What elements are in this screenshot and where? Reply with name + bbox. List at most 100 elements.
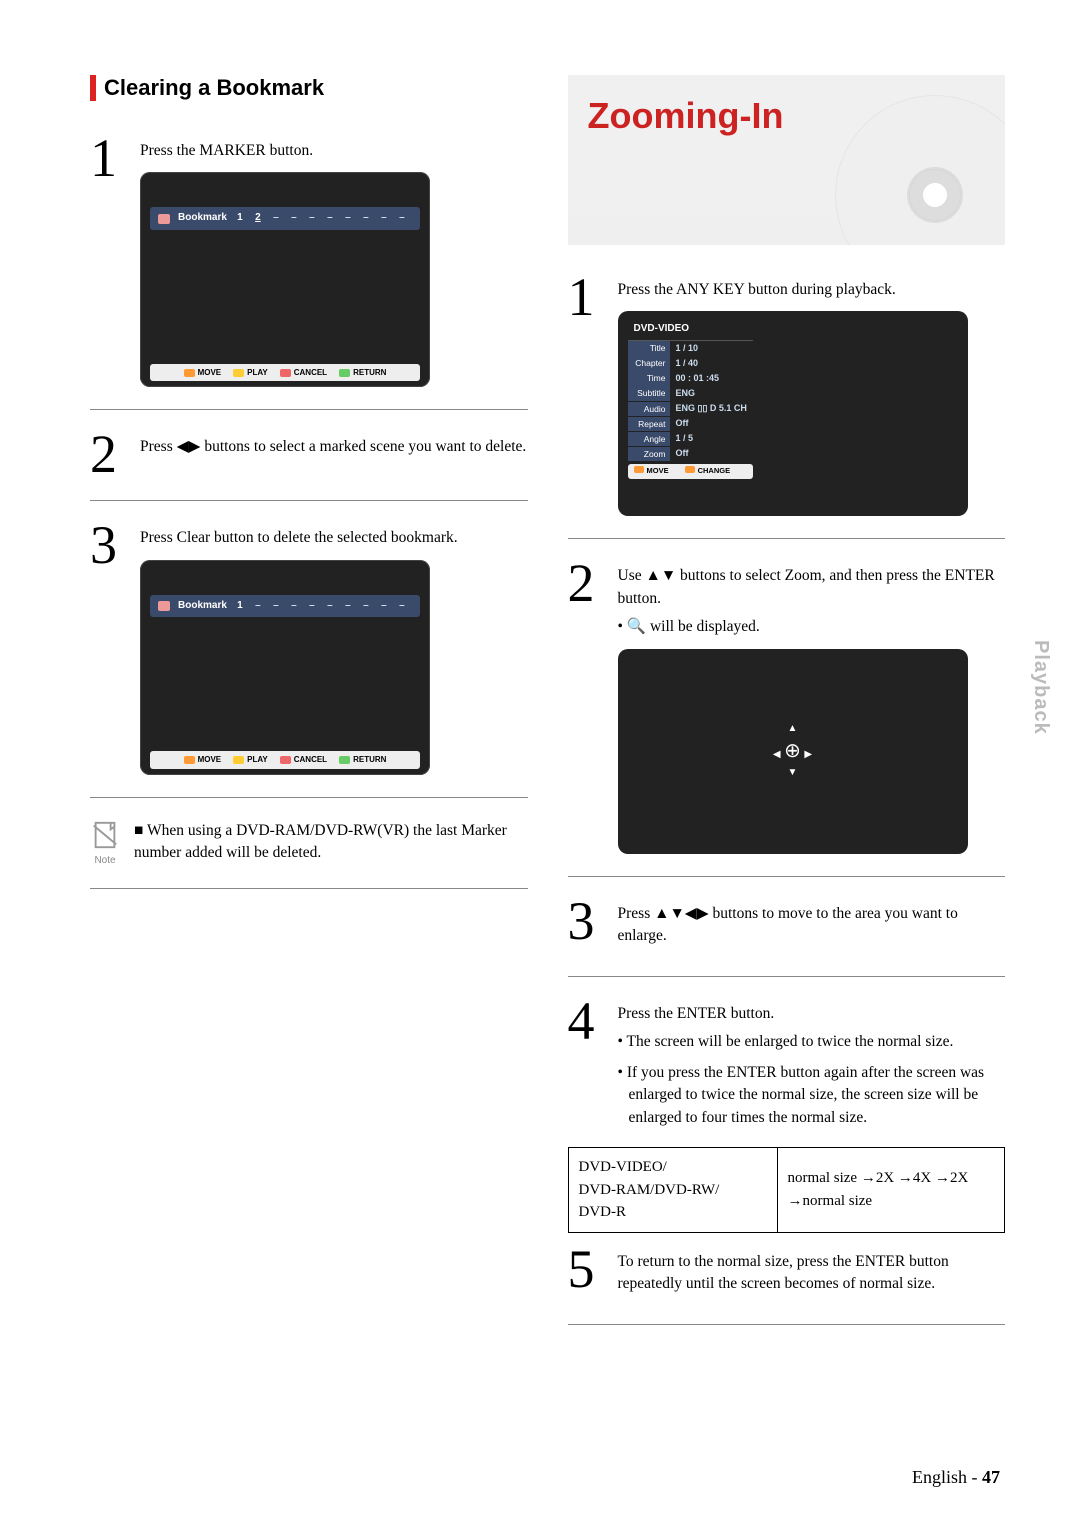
row-value: 1 / 5 [670, 431, 700, 446]
row-value: 1 / 40 [670, 356, 705, 371]
move-icon [184, 756, 195, 764]
row-label: Audio [628, 402, 670, 416]
two-column-layout: Clearing a Bookmark 1 Press the MARKER b… [90, 75, 1005, 1347]
step-text: Use ▲▼ buttons to select Zoom, and then … [618, 565, 1006, 610]
right-step-2: 2 Use ▲▼ buttons to select Zoom, and the… [568, 561, 1006, 853]
footer-move: MOVE [647, 466, 669, 475]
step-number: 5 [568, 1247, 600, 1293]
bookmark-label: Bookmark [178, 599, 227, 614]
row-label: Angle [628, 432, 670, 446]
step-number: 3 [568, 899, 600, 945]
return-icon [339, 756, 350, 764]
bookmark-bar: Bookmark 1 2 – – – – – – – – [150, 207, 420, 230]
step-body: Press ▲▼◀▶ buttons to move to the area y… [618, 899, 1006, 954]
bm-slot: – [253, 599, 263, 614]
bm-slot: – [307, 211, 317, 226]
right-step-4: 4 Press the ENTER button. The screen wil… [568, 999, 1006, 1137]
step-text: Press the ANY KEY button during playback… [618, 279, 1006, 301]
page: Playback Clearing a Bookmark 1 Press the… [0, 0, 1080, 1526]
zoom-table-col2: normal size →2X →4X →2X →normal size [778, 1148, 1004, 1232]
page-footer: English - 47 [912, 1467, 1000, 1488]
panel-header: DVD-VIDEO [628, 319, 753, 341]
bm-slot: – [325, 599, 335, 614]
row-value: 00 : 01 :45 [670, 371, 726, 386]
left-step-2: 2 Press ◀▶ buttons to select a marked sc… [90, 432, 528, 478]
return-icon [339, 369, 350, 377]
bm-slot: – [289, 599, 299, 614]
note-icon: Note [90, 820, 120, 866]
panel-footer: MOVE CHANGE [628, 464, 753, 479]
step-number: 2 [90, 432, 122, 478]
right-column: Zooming-In 1 Press the ANY KEY button du… [568, 75, 1006, 1347]
divider [90, 500, 528, 501]
title-box: Zooming-In [568, 75, 1006, 245]
step-body: Use ▲▼ buttons to select Zoom, and then … [618, 561, 1006, 853]
left-step-1: 1 Press the MARKER button. Bookmark 1 2 … [90, 136, 528, 387]
footer-return: RETURN [353, 754, 386, 766]
row-label: Subtitle [628, 386, 670, 400]
cancel-icon [280, 369, 291, 377]
step-body: Press Clear button to delete the selecte… [140, 523, 528, 774]
bm-slot: 2 [253, 211, 263, 226]
step-text: Press ◀▶ buttons to select a marked scen… [140, 436, 528, 458]
bullet-item: 🔍 will be displayed. [618, 616, 1006, 638]
magnify-icon: ⊕ [784, 740, 801, 762]
row-label: Chapter [628, 356, 670, 370]
right-arrow-icon: ▶ [804, 749, 812, 760]
down-arrow-icon: ▼ [773, 766, 812, 781]
bullet-list: The screen will be enlarged to twice the… [618, 1031, 1006, 1129]
cancel-icon [280, 756, 291, 764]
bm-slot: 1 [235, 211, 245, 226]
bm-slot: – [307, 599, 317, 614]
right-section-title: Zooming-In [588, 95, 784, 137]
footer-play: PLAY [247, 367, 268, 379]
bm-slot: – [343, 599, 353, 614]
move-icon [184, 369, 195, 377]
step-text: Press the ENTER button. [618, 1003, 1006, 1025]
divider [568, 976, 1006, 977]
bookmark-bar: Bookmark 1 – – – – – – – – – [150, 595, 420, 618]
footer-cancel: CANCEL [294, 754, 327, 766]
step-body: Press the MARKER button. Bookmark 1 2 – … [140, 136, 528, 387]
row-label: Zoom [628, 447, 670, 461]
page-number: 47 [982, 1467, 1000, 1487]
row-value: ENG [670, 386, 702, 401]
up-arrow-icon: ▲ [773, 722, 812, 737]
left-arrow-icon: ◀ [773, 749, 781, 760]
row-value: Off [670, 446, 695, 461]
row-value: Off [670, 416, 695, 431]
dvd-info-screen: DVD-VIDEO Title1 / 10 Chapter1 / 40 Time… [618, 311, 968, 516]
play-icon [233, 756, 244, 764]
bm-slot: – [361, 599, 371, 614]
right-step-3: 3 Press ▲▼◀▶ buttons to move to the area… [568, 899, 1006, 954]
bm-slot: – [343, 211, 353, 226]
step-body: To return to the normal size, press the … [618, 1247, 1006, 1302]
zoom-indicator: ▲ ◀ ⊕ ▶ ▼ [773, 722, 812, 780]
footer-cancel: CANCEL [294, 367, 327, 379]
bm-slot: – [379, 599, 389, 614]
bookmark-screen-1: Bookmark 1 2 – – – – – – – – [140, 172, 430, 387]
step-text: To return to the normal size, press the … [618, 1251, 1006, 1296]
bm-slot: – [379, 211, 389, 226]
bullet-list: 🔍 will be displayed. [618, 616, 1006, 638]
note-block: Note When using a DVD-RAM/DVD-RW(VR) the… [90, 820, 528, 866]
row-label: Title [628, 341, 670, 355]
row-value: 1 / 10 [670, 341, 705, 356]
bm-slot: – [361, 211, 371, 226]
note-text: When using a DVD-RAM/DVD-RW(VR) the last… [134, 820, 528, 865]
step-number: 2 [568, 561, 600, 607]
screen-footer: MOVE PLAY CANCEL RETURN [150, 364, 420, 382]
zoom-table-col1: DVD-VIDEO/ DVD-RAM/DVD-RW/ DVD-R [569, 1148, 778, 1232]
move-icon [634, 466, 644, 473]
left-step-3: 3 Press Clear button to delete the selec… [90, 523, 528, 774]
step-number: 3 [90, 523, 122, 569]
bm-slot: – [289, 211, 299, 226]
left-column: Clearing a Bookmark 1 Press the MARKER b… [90, 75, 528, 1347]
bm-slot: – [397, 211, 407, 226]
step-text: Press ▲▼◀▶ buttons to move to the area y… [618, 903, 1006, 948]
step-number: 4 [568, 999, 600, 1045]
bm-slot: – [397, 599, 407, 614]
bookmark-icon [158, 214, 170, 224]
footer-change: CHANGE [698, 466, 731, 475]
bookmark-screen-2: Bookmark 1 – – – – – – – – – [140, 560, 430, 775]
